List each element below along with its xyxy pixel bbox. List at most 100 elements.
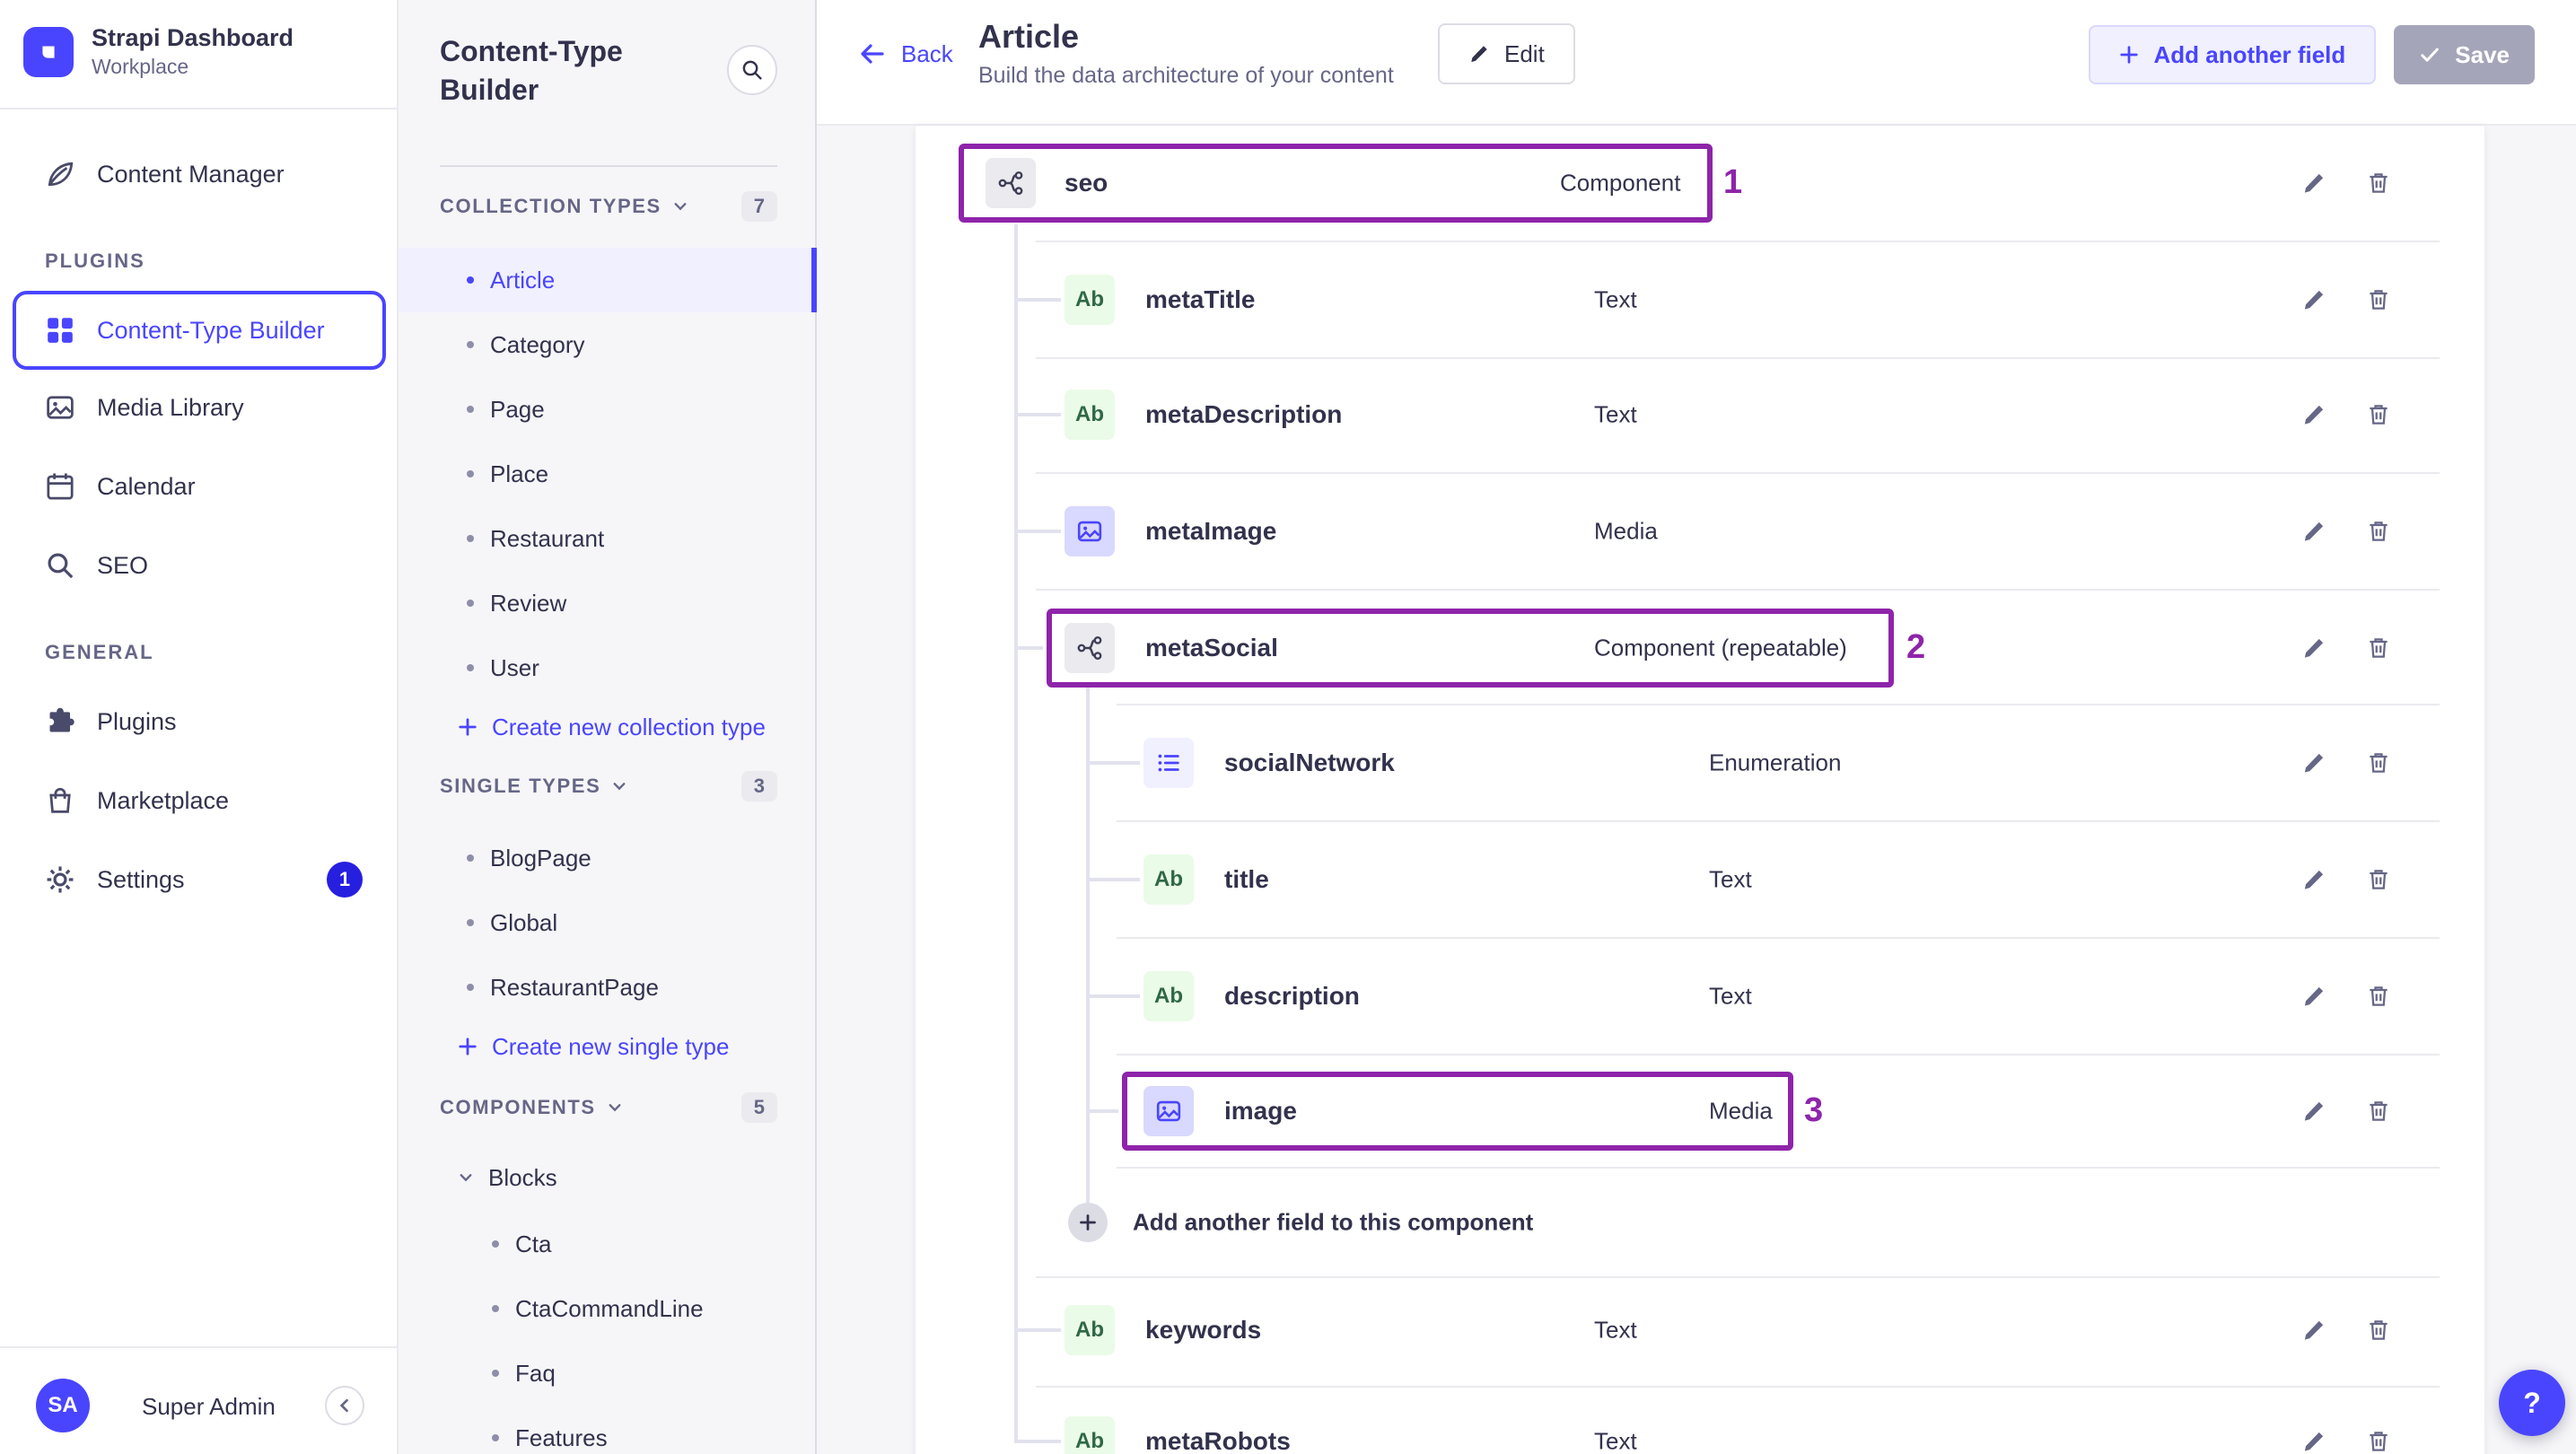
add-component-field-row[interactable]: Add another field to this component bbox=[916, 1170, 2484, 1274]
subnav-item-user[interactable]: User bbox=[399, 635, 817, 700]
nav-item-calendar[interactable]: Calendar bbox=[0, 451, 399, 522]
field-row-metaimage[interactable]: metaImage Media bbox=[916, 479, 2484, 583]
delete-field-button[interactable] bbox=[2357, 1090, 2400, 1133]
delete-field-button[interactable] bbox=[2357, 626, 2400, 670]
edit-field-button[interactable] bbox=[2292, 1090, 2335, 1133]
collection-types-header[interactable]: COLLECTION TYPES 7 bbox=[440, 188, 777, 224]
nav-item-seo[interactable]: SEO bbox=[0, 530, 399, 601]
chevron-down-icon bbox=[611, 778, 627, 794]
field-row-metadescription[interactable]: Ab metaDescription Text bbox=[916, 363, 2484, 467]
main-content: Back Article Build the data architecture… bbox=[817, 0, 2576, 1454]
field-name: metaImage bbox=[1145, 517, 1277, 545]
nav-item-content-manager[interactable]: Content Manager bbox=[0, 138, 399, 210]
edit-field-button[interactable] bbox=[2292, 741, 2335, 784]
subnav-item-blocks[interactable]: Blocks bbox=[399, 1145, 817, 1210]
field-row-title[interactable]: Ab title Text bbox=[916, 828, 2484, 932]
field-row-metasocial[interactable]: metaSocial Component (repeatable) bbox=[916, 596, 2484, 700]
subnav-item-restaurantpage[interactable]: RestaurantPage bbox=[399, 955, 817, 1020]
field-type: Text bbox=[1709, 865, 1752, 893]
edit-field-button[interactable] bbox=[2292, 278, 2335, 321]
create-collection-type-link[interactable]: Create new collection type bbox=[458, 707, 766, 747]
subnav-item-features[interactable]: Features bbox=[399, 1406, 817, 1454]
help-button[interactable]: ? bbox=[2499, 1370, 2565, 1436]
subnav-item-global[interactable]: Global bbox=[399, 890, 817, 955]
collapse-sidebar-button[interactable] bbox=[325, 1386, 364, 1425]
subnav-item-restaurant[interactable]: Restaurant bbox=[399, 506, 817, 571]
edit-field-button[interactable] bbox=[2292, 510, 2335, 553]
row-separator bbox=[1117, 704, 2440, 705]
field-type: Text bbox=[1709, 982, 1752, 1010]
nav-item-settings[interactable]: Settings 1 bbox=[0, 844, 399, 915]
nav-item-label: Media Library bbox=[97, 393, 244, 421]
subnav-item-cta[interactable]: Cta bbox=[399, 1212, 817, 1276]
field-row-socialnetwork[interactable]: socialNetwork Enumeration bbox=[916, 711, 2484, 815]
field-type: Text bbox=[1594, 1427, 1637, 1454]
strapi-dashboard: Strapi Dashboard Workplace Content Manag… bbox=[0, 0, 2576, 1454]
subnav-item-category[interactable]: Category bbox=[399, 312, 817, 377]
edit-field-button[interactable] bbox=[2292, 858, 2335, 901]
edit-field-button[interactable] bbox=[2292, 1420, 2335, 1454]
field-row-keywords[interactable]: Ab keywords Text bbox=[916, 1278, 2484, 1382]
field-name: keywords bbox=[1145, 1316, 1262, 1344]
add-another-field-button[interactable]: Add another field bbox=[2089, 25, 2377, 84]
delete-field-button[interactable] bbox=[2357, 741, 2400, 784]
delete-field-button[interactable] bbox=[2357, 393, 2400, 436]
subnav-item-article[interactable]: Article bbox=[399, 248, 817, 312]
single-types-header[interactable]: SINGLE TYPES 3 bbox=[440, 768, 777, 804]
bullet-icon bbox=[492, 1240, 499, 1248]
row-actions bbox=[2292, 510, 2400, 553]
text-field-icon: Ab bbox=[1143, 971, 1194, 1021]
edit-field-button[interactable] bbox=[2292, 1309, 2335, 1352]
nav-item-marketplace[interactable]: Marketplace bbox=[0, 765, 399, 836]
row-actions bbox=[2292, 1309, 2400, 1352]
components-header[interactable]: COMPONENTS 5 bbox=[440, 1090, 777, 1126]
field-name: metaTitle bbox=[1145, 285, 1256, 313]
field-row-description[interactable]: Ab description Text bbox=[916, 944, 2484, 1048]
bullet-icon bbox=[467, 535, 474, 542]
edit-field-button[interactable] bbox=[2292, 393, 2335, 436]
plus-icon bbox=[1068, 1203, 1108, 1242]
subnav-item-page[interactable]: Page bbox=[399, 377, 817, 442]
subnav-item-place[interactable]: Place bbox=[399, 442, 817, 506]
subnav-item-blogpage[interactable]: BlogPage bbox=[399, 826, 817, 890]
nav-item-media-library[interactable]: Media Library bbox=[0, 372, 399, 443]
row-actions bbox=[2292, 278, 2400, 321]
field-row-seo[interactable]: seo Component bbox=[916, 131, 2484, 235]
delete-field-button[interactable] bbox=[2357, 858, 2400, 901]
bullet-icon bbox=[467, 470, 474, 477]
field-row-metatitle[interactable]: Ab metaTitle Text bbox=[916, 248, 2484, 352]
subnav-item-ctacommandline[interactable]: CtaCommandLine bbox=[399, 1276, 817, 1341]
delete-field-button[interactable] bbox=[2357, 510, 2400, 553]
edit-field-button[interactable] bbox=[2292, 626, 2335, 670]
edit-field-button[interactable] bbox=[2292, 162, 2335, 205]
plus-icon bbox=[2119, 45, 2139, 65]
field-name: metaRobots bbox=[1145, 1427, 1291, 1454]
text-field-icon: Ab bbox=[1065, 1305, 1115, 1355]
text-field-icon: Ab bbox=[1065, 390, 1115, 440]
user-avatar[interactable]: SA bbox=[36, 1379, 90, 1432]
nav-item-plugins[interactable]: Plugins bbox=[0, 686, 399, 758]
subnav-item-faq[interactable]: Faq bbox=[399, 1341, 817, 1406]
create-single-type-link[interactable]: Create new single type bbox=[458, 1027, 729, 1066]
search-button[interactable] bbox=[727, 45, 777, 95]
nav-item-content-type-builder[interactable]: Content-Type Builder bbox=[13, 291, 386, 370]
back-link[interactable]: Back bbox=[858, 22, 953, 86]
page-title: Article bbox=[978, 18, 1080, 55]
edit-field-button[interactable] bbox=[2292, 975, 2335, 1018]
edit-button[interactable]: Edit bbox=[1438, 23, 1575, 84]
bullet-icon bbox=[467, 406, 474, 413]
delete-field-button[interactable] bbox=[2357, 1309, 2400, 1352]
delete-field-button[interactable] bbox=[2357, 162, 2400, 205]
bullet-icon bbox=[467, 276, 474, 284]
field-row-metarobots[interactable]: Ab metaRobots Text bbox=[916, 1389, 2484, 1454]
brand: Strapi Dashboard Workplace bbox=[23, 23, 294, 81]
field-row-image[interactable]: image Media bbox=[916, 1059, 2484, 1163]
delete-field-button[interactable] bbox=[2357, 975, 2400, 1018]
delete-field-button[interactable] bbox=[2357, 1420, 2400, 1454]
strapi-logo-icon bbox=[23, 26, 74, 77]
row-actions bbox=[2292, 626, 2400, 670]
delete-field-button[interactable] bbox=[2357, 278, 2400, 321]
save-button[interactable]: Save bbox=[2394, 25, 2535, 84]
bullet-icon bbox=[492, 1434, 499, 1441]
subnav-item-review[interactable]: Review bbox=[399, 571, 817, 635]
